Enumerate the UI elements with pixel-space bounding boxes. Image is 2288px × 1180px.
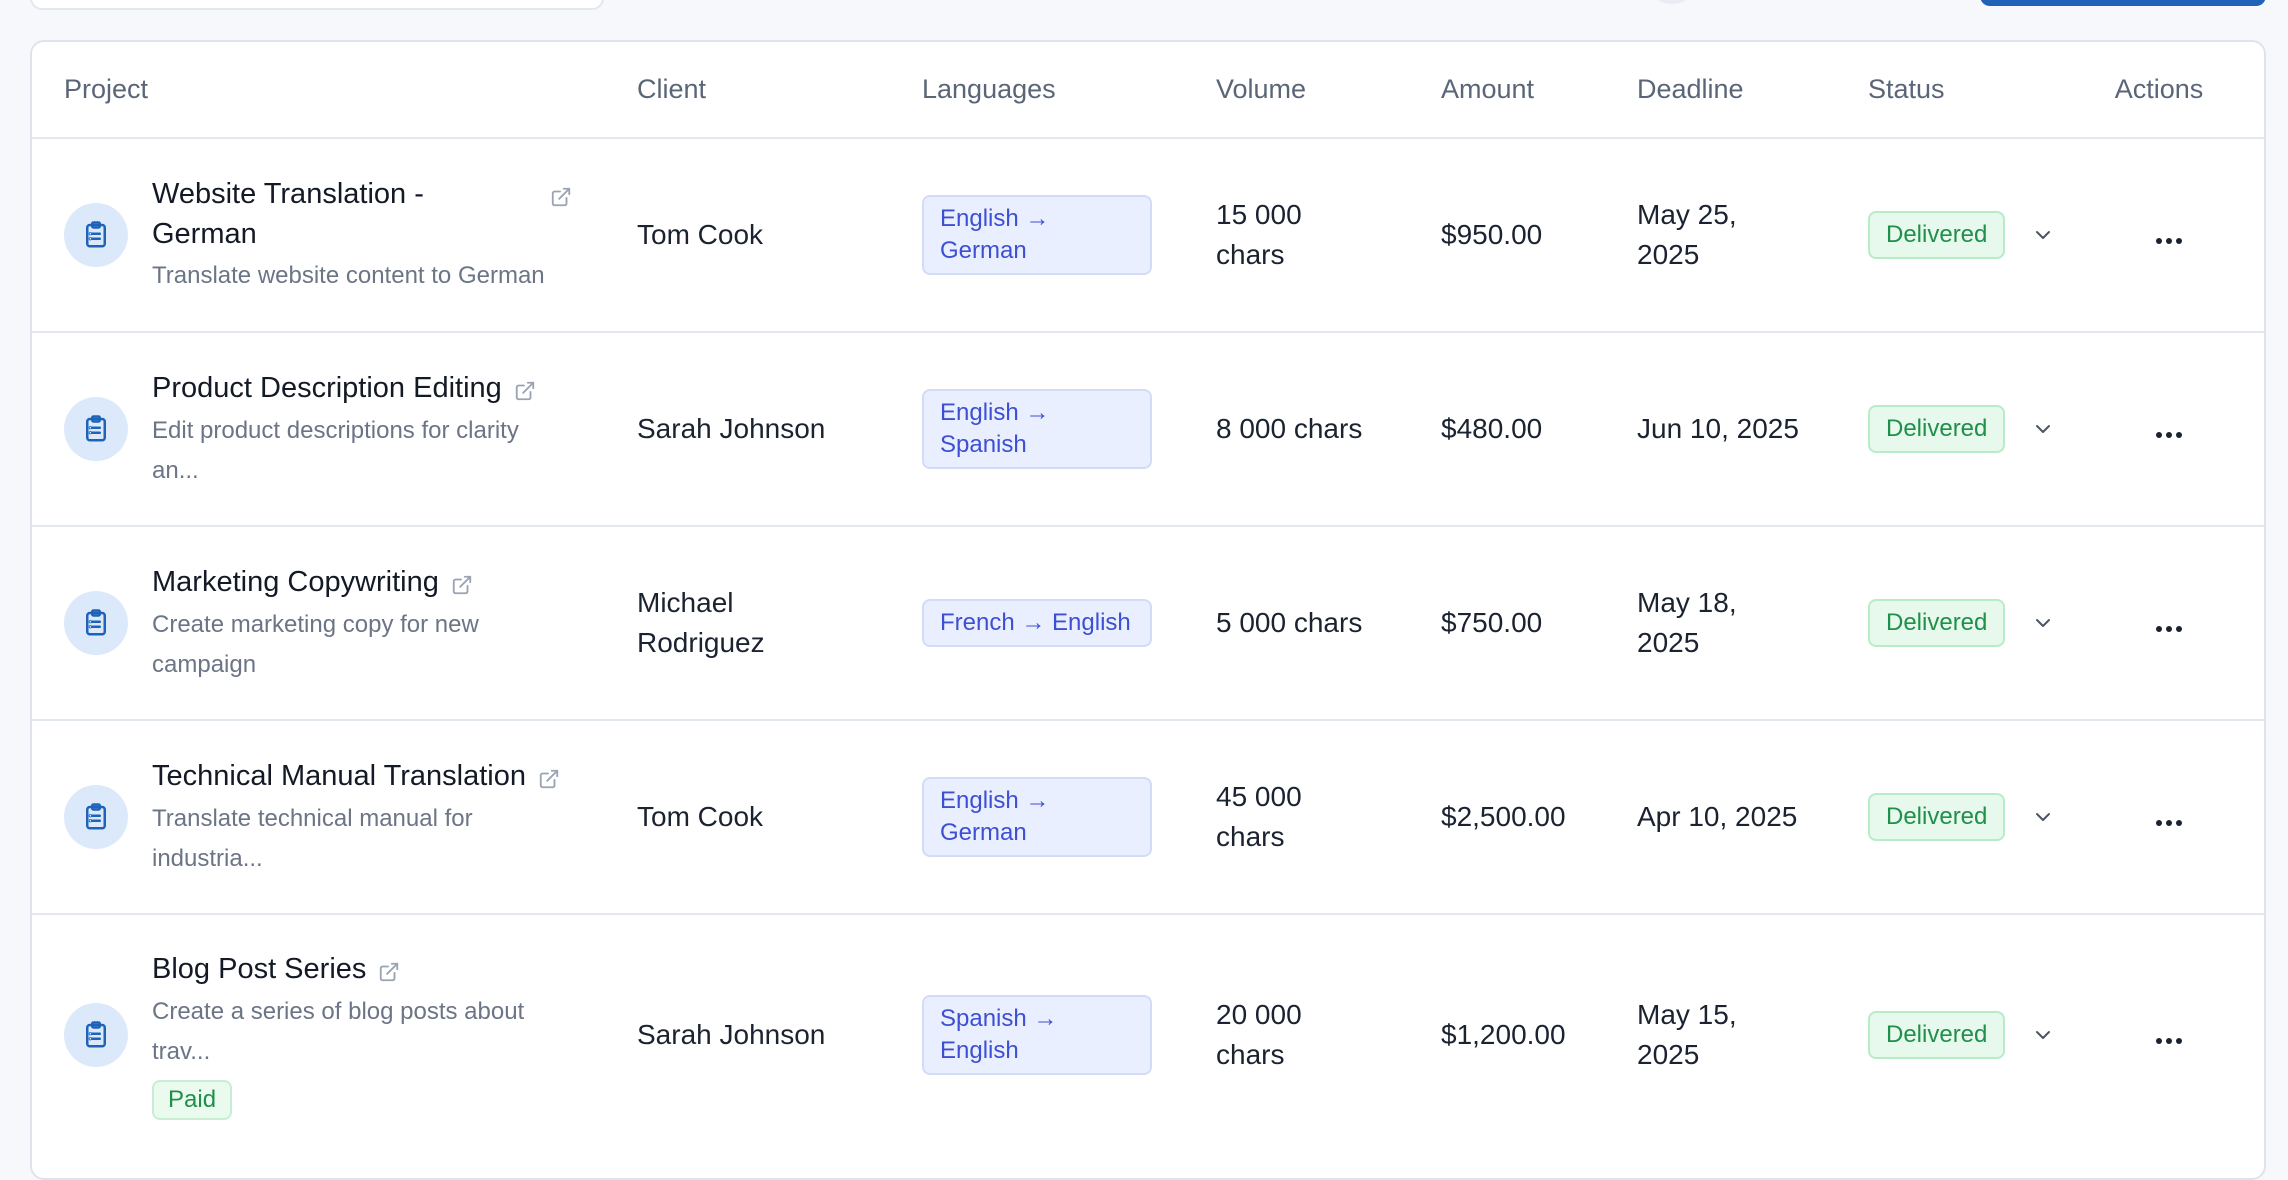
status-badge: Delivered (1868, 1010, 2006, 1059)
chevron-down-icon[interactable] (2031, 1023, 2055, 1047)
projects-table-card: Project Client Languages Volume Amount D… (30, 40, 2266, 1180)
amount-value: $750.00 (1441, 607, 1543, 638)
more-horizontal-icon[interactable] (2156, 626, 2182, 632)
client-name: Tom Cook (637, 219, 764, 250)
client-name: Sarah Johnson (637, 413, 826, 444)
projects-table: Project Client Languages Volume Amount D… (32, 42, 2264, 1154)
amount-value: $950.00 (1441, 219, 1543, 250)
external-link-icon[interactable] (378, 958, 400, 990)
table-row[interactable]: Technical Manual Translation Translate t… (32, 720, 2264, 914)
client-name: Sarah Johnson (637, 1018, 826, 1050)
clipboard-icon (64, 203, 128, 267)
language-pair-badge: English → German (922, 195, 1152, 275)
deadline-value: Jun 10, 2025 (1637, 413, 1799, 444)
clipboard-icon (64, 397, 128, 461)
project-title-link[interactable]: Technical Manual Translation (152, 756, 526, 796)
deadline-value: Apr 10, 2025 (1637, 801, 1798, 832)
language-pair-badge: English → Spanish (922, 389, 1152, 469)
language-pair-badge: Spanish → English (922, 994, 1152, 1075)
volume-value: 20 000 chars (1216, 998, 1302, 1070)
project-title-link[interactable]: Marketing Copywriting (152, 562, 439, 602)
status-badge: Delivered (1868, 405, 2006, 453)
language-pair-badge: French → English (922, 599, 1152, 647)
volume-value: 8 000 chars (1216, 413, 1363, 444)
column-header-client[interactable]: Client (637, 42, 922, 139)
external-link-icon[interactable] (514, 377, 536, 409)
project-description: Edit product descriptions for clarity an… (152, 416, 519, 484)
chevron-down-icon[interactable] (2031, 223, 2055, 247)
more-horizontal-icon[interactable] (2156, 238, 2182, 244)
chevron-down-icon[interactable] (2031, 805, 2055, 829)
external-link-icon[interactable] (538, 765, 560, 797)
project-cell: Marketing Copywriting Create marketing c… (32, 526, 637, 720)
table-row[interactable]: Website Translation - German Translate w… (32, 138, 2264, 332)
volume-value: 15 000 chars (1216, 199, 1302, 270)
more-horizontal-icon[interactable] (2156, 432, 2182, 438)
deadline-value: May 25, 2025 (1637, 199, 1737, 270)
search-input[interactable] (30, 0, 604, 10)
project-description: Translate website content to German (152, 262, 545, 289)
project-cell: Product Description Editing Edit product… (32, 332, 637, 526)
deadline-value: May 18, 2025 (1637, 587, 1737, 658)
project-title-link[interactable]: Blog Post Series (152, 949, 366, 989)
volume-value: 45 000 chars (1216, 781, 1302, 852)
clipboard-icon (64, 785, 128, 849)
column-header-languages[interactable]: Languages (922, 42, 1216, 139)
client-name: Michael Rodriguez (637, 587, 765, 658)
table-header-row: Project Client Languages Volume Amount D… (32, 42, 2264, 139)
project-description: Create a series of blog posts about trav… (152, 998, 525, 1065)
more-horizontal-icon[interactable] (2156, 1037, 2182, 1044)
table-row[interactable]: Product Description Editing Edit product… (32, 332, 2264, 526)
chevron-down-icon[interactable] (2031, 611, 2055, 635)
amount-value: $1,200.00 (1441, 1018, 1566, 1050)
primary-action-button[interactable] (1980, 0, 2266, 6)
column-header-volume[interactable]: Volume (1216, 42, 1441, 139)
deadline-value: May 15, 2025 (1637, 998, 1737, 1070)
project-title-link[interactable]: Product Description Editing (152, 368, 502, 408)
chevron-down-icon[interactable] (2031, 417, 2055, 441)
status-badge: Delivered (1868, 211, 2006, 259)
status-badge: Delivered (1868, 793, 2006, 841)
clipboard-icon (64, 1002, 128, 1067)
column-header-status[interactable]: Status (1868, 42, 2050, 139)
project-cell: Blog Post Series Create a series of blog… (32, 914, 637, 1154)
column-header-deadline[interactable]: Deadline (1637, 42, 1868, 139)
project-description: Create marketing copy for new campaign (152, 610, 479, 678)
amount-value: $2,500.00 (1441, 801, 1566, 832)
table-row[interactable]: Marketing Copywriting Create marketing c… (32, 526, 2264, 720)
amount-value: $480.00 (1441, 413, 1543, 444)
client-name: Tom Cook (637, 801, 764, 832)
project-description: Translate technical manual for industria… (152, 804, 473, 872)
project-cell: Technical Manual Translation Translate t… (32, 720, 637, 914)
language-pair-badge: English → German (922, 777, 1152, 857)
column-header-actions: Actions (2050, 42, 2264, 139)
project-title-link[interactable]: Website Translation - German (152, 174, 512, 254)
status-badge: Delivered (1868, 599, 2006, 647)
table-row[interactable]: Blog Post Series Create a series of blog… (32, 914, 2264, 1154)
project-cell: Website Translation - German Translate w… (32, 138, 637, 332)
clipboard-icon (64, 591, 128, 655)
external-link-icon[interactable] (451, 571, 473, 603)
column-header-amount[interactable]: Amount (1441, 42, 1637, 139)
external-link-icon[interactable] (550, 183, 572, 215)
more-horizontal-icon[interactable] (2156, 820, 2182, 826)
volume-value: 5 000 chars (1216, 607, 1363, 638)
avatar[interactable] (1650, 0, 1694, 4)
payment-badge: Paid (152, 1080, 233, 1120)
column-header-project[interactable]: Project (32, 42, 637, 139)
